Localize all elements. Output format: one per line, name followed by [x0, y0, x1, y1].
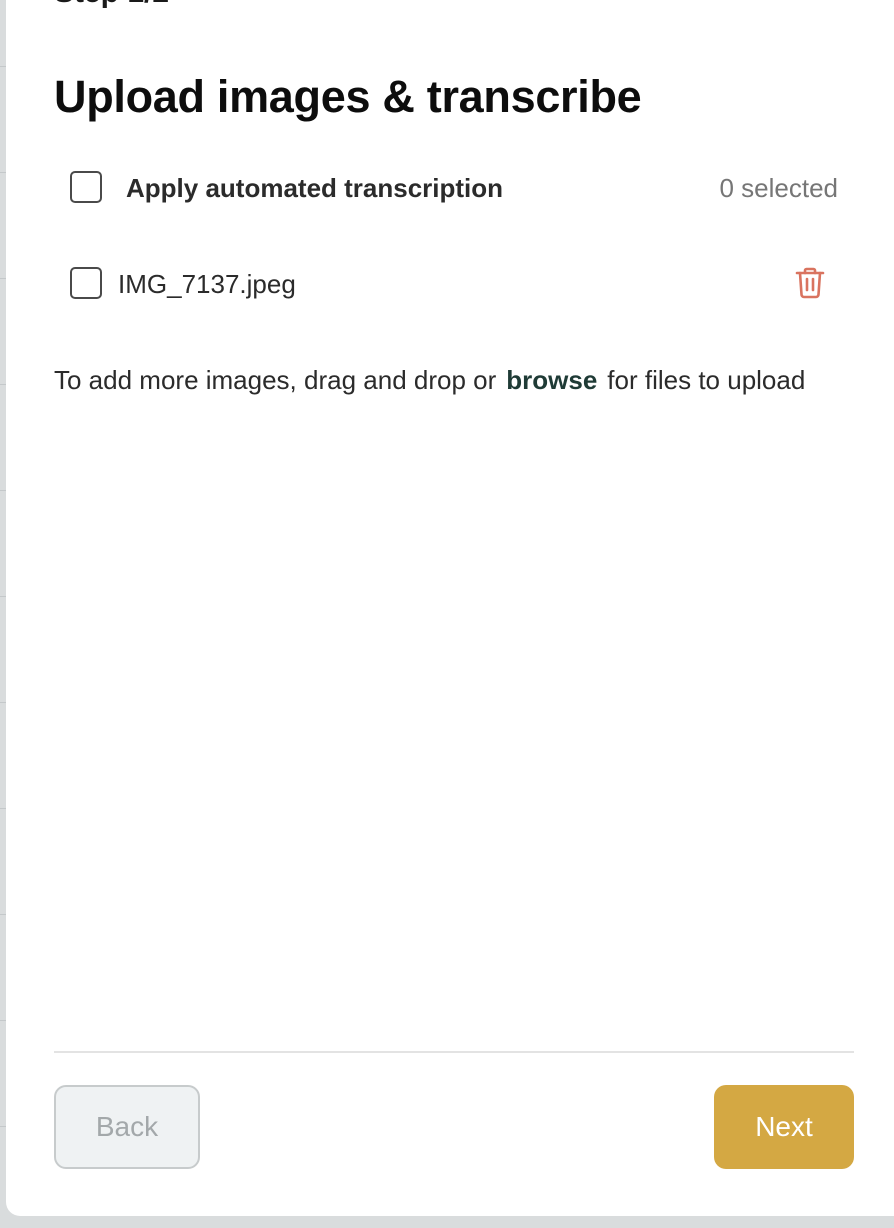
apply-transcription-label[interactable]: Apply automated transcription — [126, 172, 503, 204]
footer-divider — [54, 1051, 854, 1053]
trash-icon[interactable] — [792, 265, 828, 301]
upload-hint: To add more images, drag and drop or brow… — [54, 364, 805, 396]
file-checkbox[interactable] — [70, 267, 102, 299]
apply-transcription-checkbox[interactable] — [70, 171, 102, 203]
next-button[interactable]: Next — [714, 1085, 854, 1169]
step-label: Step 1/2 — [54, 0, 169, 8]
hint-suffix: for files to upload — [607, 365, 806, 395]
back-button[interactable]: Back — [54, 1085, 200, 1169]
hint-prefix: To add more images, drag and drop or — [54, 365, 497, 395]
selected-count: 0 selected — [719, 173, 838, 203]
upload-modal: Step 1/2 Upload images & transcribe Appl… — [6, 0, 894, 1216]
file-name: IMG_7137.jpeg — [118, 269, 296, 299]
browse-link[interactable]: browse — [506, 365, 597, 395]
modal-title: Upload images & transcribe — [54, 71, 642, 122]
